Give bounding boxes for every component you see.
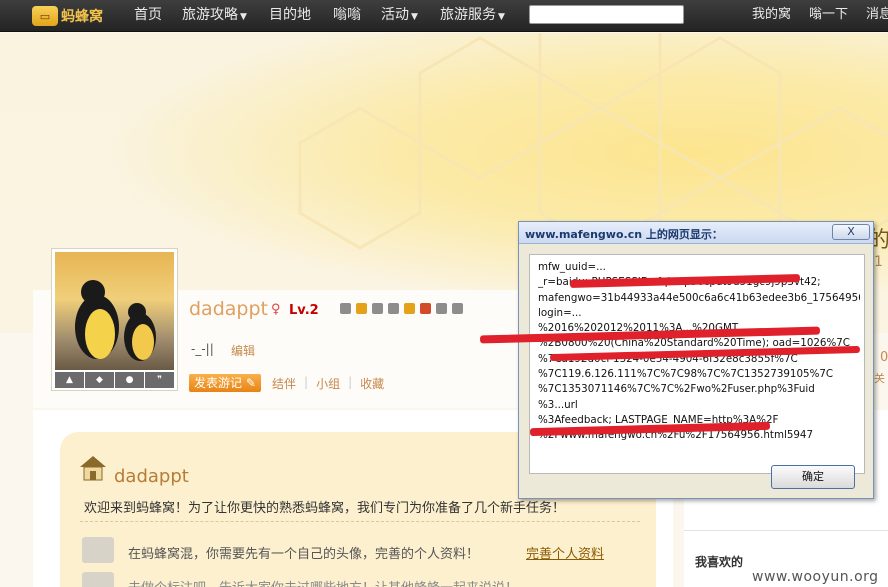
cookie-line: mafengwo=31b44933a44e500c6a6c41b63edee3b…	[538, 291, 860, 304]
site-logo[interactable]: ▭ 蚂蜂窝	[32, 3, 116, 29]
welcome-message: 欢迎来到蚂蜂窝！为了让你更快的熟悉蚂蜂窝，我们专门为你准备了几个新手任务！	[84, 501, 566, 516]
edit-signature-link[interactable]: 编辑	[231, 342, 255, 359]
penguins-photo	[75, 280, 156, 361]
follow-label: 关	[874, 372, 885, 385]
camera-badge-icon[interactable]	[340, 303, 351, 314]
ok-button[interactable]: 确定	[771, 465, 855, 489]
link-partners[interactable]: 结伴	[272, 375, 296, 392]
cat-badge-icon[interactable]	[388, 303, 399, 314]
logo-mark-icon: ▭	[32, 6, 58, 26]
nav-activities[interactable]: 活动 ▼	[381, 0, 418, 32]
nav-wengweng[interactable]: 嗡嗡	[333, 0, 361, 32]
profile-links: 结伴 | 小组 | 收藏	[272, 375, 384, 392]
search-input[interactable]	[529, 5, 684, 24]
nav-travel-guides[interactable]: 旅游攻略 ▼	[182, 0, 247, 32]
dialog-title: www.mafengwo.cn 上的网页显示：	[525, 228, 723, 241]
pencil-icon: ✎	[245, 376, 256, 390]
female-icon: ♀	[271, 302, 281, 317]
chevron-down-icon: ▼	[411, 12, 418, 22]
sidebar-divider	[684, 530, 888, 531]
badge-row	[340, 303, 463, 314]
bus-badge-icon[interactable]	[372, 303, 383, 314]
cookie-line: %7C1353071146%7C%7C%2Fwo%2Fuser.php%3Fui…	[538, 383, 815, 396]
alert-dialog: www.mafengwo.cn 上的网页显示： X mfw_uuid=... _r…	[479, 221, 874, 499]
dialog-message: mfw_uuid=..._r=baidu; PHPSESSID=fqhmp50c…	[479, 254, 865, 474]
mountain-icon[interactable]: ▲	[55, 372, 85, 388]
car-badge-icon[interactable]	[356, 303, 367, 314]
link-separator: |	[304, 375, 309, 389]
chevron-down-icon: ▼	[240, 12, 247, 22]
cookie-line: login=...	[538, 306, 582, 319]
nav-destinations[interactable]: 目的地	[269, 0, 311, 32]
profile-username[interactable]: dadappt	[189, 298, 268, 320]
logo-text: 蚂蜂窝	[61, 9, 103, 25]
user-level: Lv.2	[289, 303, 319, 318]
nav-wengyixia[interactable]: 嗡一下	[809, 0, 848, 32]
nav-travel-services[interactable]: 旅游服务 ▼	[440, 0, 505, 32]
nav-messages[interactable]: 消息	[866, 0, 888, 32]
stamp-badge-icon[interactable]	[420, 303, 431, 314]
close-button[interactable]: X	[832, 224, 870, 240]
dashed-divider	[80, 521, 640, 522]
link-groups[interactable]: 小组	[316, 375, 340, 392]
house-icon	[80, 456, 106, 481]
nav-my-nest[interactable]: 我的窝	[752, 0, 791, 32]
task-avatar-text: 在蚂蜂窝混，你需要先有一个自己的头像，完善的个人资料！	[128, 547, 480, 562]
avatar-toolbar: ▲ ◆ ● ❞	[55, 372, 174, 388]
car-icon[interactable]: ◆	[85, 372, 115, 388]
avatar-frame: ▲ ◆ ● ❞	[51, 248, 178, 391]
id-card-icon	[82, 537, 114, 563]
avatar[interactable]	[55, 252, 174, 370]
tag-icon	[82, 572, 114, 587]
cookie-line: %3...url	[538, 398, 578, 411]
bee-badge-icon[interactable]	[404, 303, 415, 314]
chevron-down-icon: ▼	[498, 12, 505, 22]
nav-home[interactable]: 首页	[134, 0, 162, 32]
link-favorites[interactable]: 收藏	[360, 375, 384, 392]
dialog-titlebar[interactable]: www.mafengwo.cn 上的网页显示： X	[519, 222, 873, 244]
stat-count: 0	[880, 350, 888, 365]
task-mark-text: 去做个标注吧，告诉大家你去过哪些地方！让其他蜂蜂一起来说说！	[128, 577, 518, 587]
bike-icon[interactable]: ●	[115, 372, 145, 388]
top-navigation-bar: ▭ 蚂蜂窝 首页 旅游攻略 ▼ 目的地 嗡嗡 活动 ▼ 旅游服务 ▼ 我的窝 嗡一下 …	[0, 0, 888, 32]
link-separator: |	[348, 375, 353, 389]
source-watermark: www.wooyun.org	[752, 569, 879, 585]
cookie-line: mfw_uuid=...	[538, 261, 606, 273]
welcome-title: dadappt	[114, 466, 189, 487]
post-travelogue-button[interactable]: 发表游记 ✎	[189, 374, 261, 392]
banner-subtitle-fragment: 1	[874, 254, 883, 270]
profile-signature: -_-||	[191, 342, 214, 356]
bus2-badge-icon[interactable]	[436, 303, 447, 314]
complete-profile-link[interactable]: 完善个人资料	[526, 543, 604, 562]
phone-badge-icon[interactable]	[452, 303, 463, 314]
cookie-line: %7C119.6.126.111%7C%7C98%7C%7C1352739105…	[538, 368, 834, 381]
quote-icon[interactable]: ❞	[145, 372, 174, 388]
favorites-heading: 我喜欢的	[695, 555, 744, 569]
